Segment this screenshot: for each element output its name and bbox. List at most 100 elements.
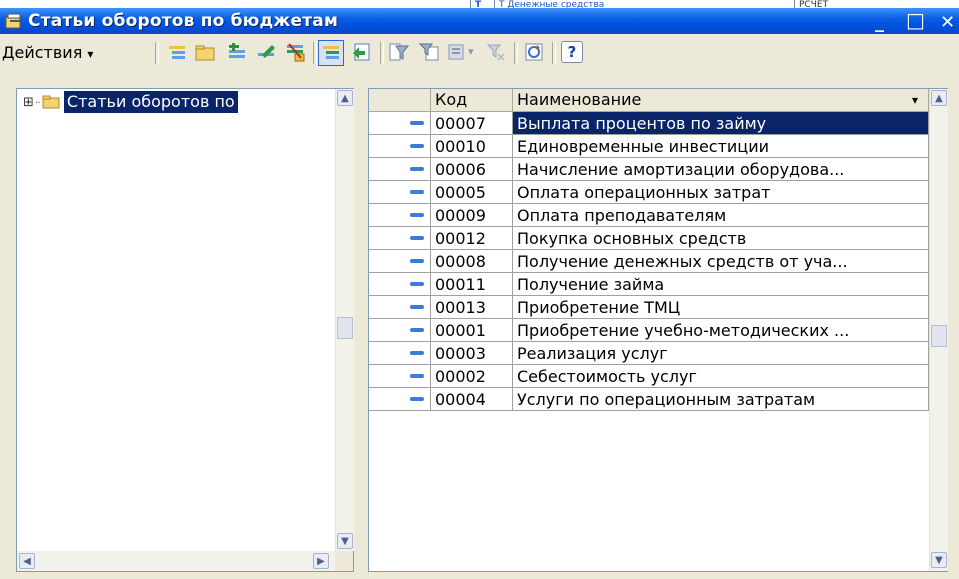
table-row[interactable]: 00001 Приобретение учебно-методических ..… xyxy=(369,319,929,342)
item-marker-icon xyxy=(410,121,424,125)
main-content: ⊞ ·· Статьи оборотов по ▲ ▼ ◀ ▶ Код Наим… xyxy=(16,88,948,572)
table-row[interactable]: 00010 Единовременные инвестиции xyxy=(369,135,929,158)
code-cell: 00006 xyxy=(431,158,513,181)
actions-label: Действия xyxy=(2,43,83,62)
table-row[interactable]: 00012 Покупка основных средств xyxy=(369,227,929,250)
row-icon-cell xyxy=(369,273,431,296)
add-folder-icon[interactable] xyxy=(194,41,216,63)
row-icon-cell xyxy=(369,112,431,135)
name-cell: Единовременные инвестиции xyxy=(513,135,929,158)
toolbar: Действия ▾ ▾ ? xyxy=(0,36,959,70)
item-marker-icon xyxy=(410,259,424,263)
parent-level-icon[interactable] xyxy=(350,41,372,63)
code-cell: 00010 xyxy=(431,135,513,158)
table-row[interactable]: 00004 Услуги по операционным затратам xyxy=(369,388,929,411)
code-column-header[interactable]: Код xyxy=(431,89,513,111)
tree-panel[interactable]: ⊞ ·· Статьи оборотов по ▲ ▼ ◀ ▶ xyxy=(16,88,354,572)
refresh-icon[interactable] xyxy=(523,41,545,63)
budget-items-window: Статьи оборотов по бюджетам _ □ ✕ Действ… xyxy=(0,8,959,579)
tree-horizontal-scrollbar[interactable]: ◀ ▶ xyxy=(17,551,335,571)
name-column-label: Наименование xyxy=(517,90,642,109)
hierarchy-view-icon xyxy=(323,46,339,59)
row-icon-cell xyxy=(369,181,431,204)
scroll-down-icon[interactable]: ▼ xyxy=(337,533,353,549)
table-row[interactable]: 00011 Получение займа xyxy=(369,273,929,296)
table-row[interactable]: 00006 Начисление амортизации оборудова... xyxy=(369,158,929,181)
toolbar-separator xyxy=(552,42,556,64)
code-cell: 00005 xyxy=(431,181,513,204)
scroll-thumb[interactable] xyxy=(931,325,947,347)
item-marker-icon xyxy=(410,282,424,286)
name-cell: Себестоимость услуг xyxy=(513,365,929,388)
row-icon-cell xyxy=(369,204,431,227)
scroll-up-icon[interactable]: ▲ xyxy=(931,90,947,106)
code-cell: 00013 xyxy=(431,296,513,319)
maximize-button[interactable]: □ xyxy=(906,10,925,30)
scroll-up-icon[interactable]: ▲ xyxy=(337,90,353,106)
table-row[interactable]: 00013 Приобретение ТМЦ xyxy=(369,296,929,319)
name-cell: Оплата операционных затрат xyxy=(513,181,929,204)
table-row[interactable]: 00007 Выплата процентов по займу xyxy=(369,112,929,135)
items-table[interactable]: Код Наименование ▾ 00007 Выплата проценто… xyxy=(368,88,948,572)
code-cell: 00012 xyxy=(431,227,513,250)
table-row[interactable]: 00005 Оплата операционных затрат xyxy=(369,181,929,204)
code-cell: 00001 xyxy=(431,319,513,342)
name-cell: Оплата преподавателям xyxy=(513,204,929,227)
row-icon-cell xyxy=(369,319,431,342)
title-bar[interactable]: Статьи оборотов по бюджетам _ □ ✕ xyxy=(0,8,959,34)
expand-plus-icon[interactable]: ⊞ xyxy=(23,95,34,110)
table-vertical-scrollbar[interactable]: ▲ ▼ xyxy=(929,89,948,571)
row-icon-cell xyxy=(369,342,431,365)
delete-mark-icon[interactable] xyxy=(285,41,307,63)
scroll-corner xyxy=(335,551,353,571)
item-marker-icon xyxy=(410,167,424,171)
tree-vertical-scrollbar[interactable]: ▲ ▼ xyxy=(335,89,354,551)
edit-icon[interactable] xyxy=(256,41,278,63)
add-item-icon[interactable] xyxy=(166,41,188,63)
table-row[interactable]: 00009 Оплата преподавателям xyxy=(369,204,929,227)
name-cell: Приобретение ТМЦ xyxy=(513,296,929,319)
code-cell: 00002 xyxy=(431,365,513,388)
sort-down-icon[interactable]: ▾ xyxy=(912,89,918,111)
table-row[interactable]: 00008 Получение денежных средств от уча..… xyxy=(369,250,929,273)
table-row[interactable]: 00003 Реализация услуг xyxy=(369,342,929,365)
minimize-button[interactable]: _ xyxy=(875,14,884,32)
item-marker-icon xyxy=(410,328,424,332)
code-cell: 00008 xyxy=(431,250,513,273)
hierarchy-view-button[interactable] xyxy=(318,40,344,66)
add-copy-icon[interactable] xyxy=(226,41,248,63)
filter-icon[interactable] xyxy=(388,41,410,63)
code-cell: 00003 xyxy=(431,342,513,365)
item-marker-icon xyxy=(410,397,424,401)
scroll-thumb[interactable] xyxy=(337,317,353,339)
filter-value-icon[interactable] xyxy=(418,41,440,63)
item-marker-icon xyxy=(410,144,424,148)
code-cell: 00011 xyxy=(431,273,513,296)
item-marker-icon xyxy=(410,190,424,194)
table-row[interactable]: 00002 Себестоимость услуг xyxy=(369,365,929,388)
scroll-left-icon[interactable]: ◀ xyxy=(19,553,35,569)
row-icon-cell xyxy=(369,135,431,158)
tree-root-node[interactable]: ⊞ ·· Статьи оборотов по xyxy=(23,90,238,114)
name-cell: Услуги по операционным затратам xyxy=(513,388,929,411)
toolbar-separator xyxy=(380,42,384,64)
tree-root-label: Статьи оборотов по xyxy=(63,91,238,113)
icon-column-header[interactable] xyxy=(369,89,431,111)
filter-off-icon[interactable] xyxy=(485,41,507,63)
help-icon[interactable]: ? xyxy=(561,41,583,63)
name-column-header[interactable]: Наименование ▾ xyxy=(513,89,929,111)
scroll-down-icon[interactable]: ▼ xyxy=(931,552,947,568)
table-header: Код Наименование ▾ xyxy=(369,89,929,112)
name-cell: Начисление амортизации оборудова... xyxy=(513,158,929,181)
window-title: Статьи оборотов по бюджетам xyxy=(28,11,339,31)
name-cell: Получение денежных средств от уча... xyxy=(513,250,929,273)
code-cell: 00007 xyxy=(431,112,513,135)
item-marker-icon xyxy=(410,213,424,217)
row-icon-cell xyxy=(369,158,431,181)
close-button[interactable]: ✕ xyxy=(940,14,955,32)
filter-history-icon[interactable] xyxy=(447,41,469,63)
scroll-right-icon[interactable]: ▶ xyxy=(313,553,329,569)
actions-menu-button[interactable]: Действия ▾ xyxy=(2,43,93,62)
row-icon-cell xyxy=(369,388,431,411)
chevron-down-icon[interactable]: ▾ xyxy=(468,45,474,58)
